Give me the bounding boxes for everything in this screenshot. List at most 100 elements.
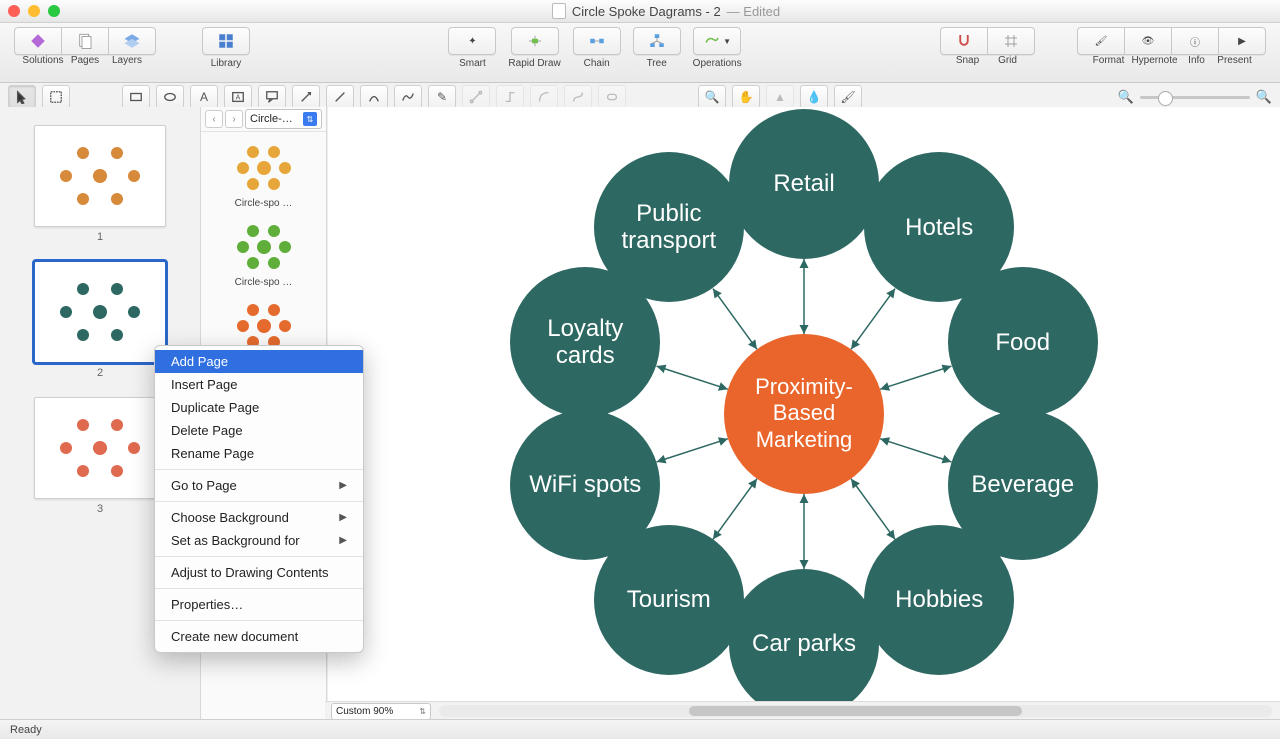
- page-thumbnail[interactable]: [34, 397, 166, 499]
- solutions-button[interactable]: [14, 27, 61, 55]
- library-forward-button[interactable]: ›: [225, 110, 243, 128]
- chevron-updown-icon: ⇅: [419, 707, 426, 716]
- library-item[interactable]: Circle-spo …: [201, 211, 326, 290]
- scrollbar-thumb[interactable]: [689, 706, 1022, 716]
- menu-item[interactable]: Properties…: [155, 593, 363, 616]
- present-button[interactable]: ▶: [1218, 27, 1266, 55]
- titlebar: Circle Spoke Dagrams - 2 — Edited: [0, 0, 1280, 23]
- info-icon: ⓘ: [1186, 32, 1204, 50]
- window-title: Circle Spoke Dagrams - 2 — Edited: [60, 3, 1272, 19]
- menu-item-label: Create new document: [171, 629, 298, 644]
- textbox-tool[interactable]: A: [224, 85, 252, 109]
- menu-item[interactable]: Add Page: [155, 350, 363, 373]
- zoom-value: Custom 90%: [336, 706, 393, 717]
- chevron-right-icon: ▶: [339, 535, 347, 546]
- menu-item[interactable]: Go to Page▶: [155, 474, 363, 497]
- rapiddraw-button[interactable]: [511, 27, 559, 55]
- curve-tool[interactable]: [360, 85, 388, 109]
- document-name: Circle Spoke Dagrams - 2: [572, 4, 721, 19]
- menu-item-label: Properties…: [171, 597, 243, 612]
- menu-item-label: Insert Page: [171, 377, 238, 392]
- info-button[interactable]: ⓘ: [1171, 27, 1218, 55]
- operations-button[interactable]: ▼: [693, 27, 741, 55]
- library-back-button[interactable]: ‹: [205, 110, 223, 128]
- menu-item[interactable]: Adjust to Drawing Contents: [155, 561, 363, 584]
- library-icon: [217, 32, 235, 50]
- rectangle-tool[interactable]: [122, 85, 150, 109]
- menu-separator: [155, 588, 363, 589]
- snap-icon: [955, 32, 973, 50]
- format-label: Format: [1088, 55, 1130, 66]
- text-select-tool[interactable]: [42, 85, 70, 109]
- snap-button[interactable]: [940, 27, 987, 55]
- operations-label: Operations: [693, 58, 742, 69]
- library-item[interactable]: Circle-spo …: [201, 132, 326, 211]
- library-select[interactable]: Circle-… ⇅: [245, 109, 322, 129]
- window-controls: [8, 5, 60, 17]
- menu-item-label: Choose Background: [171, 510, 289, 525]
- menu-item[interactable]: Rename Page: [155, 442, 363, 465]
- menu-item-label: Delete Page: [171, 423, 243, 438]
- layers-icon: [123, 32, 141, 50]
- minimize-icon[interactable]: [28, 5, 40, 17]
- menu-item-label: Set as Background for: [171, 533, 300, 548]
- zoom-in-icon[interactable]: 🔍: [1256, 89, 1272, 105]
- page-context-menu: Add Page Insert Page Duplicate Page Delete …: [154, 345, 364, 653]
- line-tool[interactable]: [326, 85, 354, 109]
- diagram-spoke[interactable]: WiFi spots: [510, 410, 660, 560]
- layers-button[interactable]: [108, 27, 156, 55]
- zoom-select[interactable]: Custom 90% ⇅: [331, 703, 431, 720]
- canvas[interactable]: Proximity- Based MarketingRetailHotelsFo…: [328, 107, 1280, 720]
- diagram-spoke[interactable]: Retail: [729, 109, 879, 259]
- chain-label: Chain: [584, 58, 610, 69]
- pointer-tool[interactable]: [8, 85, 36, 109]
- menu-item-label: Go to Page: [171, 478, 237, 493]
- diagram-center[interactable]: Proximity- Based Marketing: [724, 334, 884, 494]
- text-tool[interactable]: A: [190, 85, 218, 109]
- horizontal-scrollbar[interactable]: [439, 705, 1272, 717]
- menu-separator: [155, 469, 363, 470]
- ellipse-tool[interactable]: [156, 85, 184, 109]
- library-button[interactable]: [202, 27, 250, 55]
- main-toolbar: Solutions Pages Layers Library ✦Smart Ra…: [0, 23, 1280, 83]
- grid-label: Grid: [988, 55, 1028, 66]
- menu-item[interactable]: Create new document: [155, 625, 363, 648]
- arrow-tool[interactable]: [292, 85, 320, 109]
- spline-tool[interactable]: [394, 85, 422, 109]
- menu-item[interactable]: Set as Background for ▶: [155, 529, 363, 552]
- menu-item[interactable]: Insert Page: [155, 373, 363, 396]
- grid-button[interactable]: [987, 27, 1035, 55]
- chain-button[interactable]: [573, 27, 621, 55]
- callout-tool[interactable]: [258, 85, 286, 109]
- library-select-label: Circle-…: [250, 113, 293, 125]
- menu-separator: [155, 620, 363, 621]
- chevron-updown-icon: ⇅: [303, 112, 317, 126]
- diagram-spoke[interactable]: Food: [948, 267, 1098, 417]
- diagram-spoke[interactable]: Public transport: [594, 152, 744, 302]
- menu-item[interactable]: Delete Page: [155, 419, 363, 442]
- menu-item-label: Add Page: [171, 354, 228, 369]
- page-thumbnail[interactable]: [34, 125, 166, 227]
- diagram-spoke[interactable]: Hobbies: [864, 525, 1014, 675]
- edited-badge: — Edited: [727, 4, 780, 19]
- pages-button[interactable]: [61, 27, 108, 55]
- tree-label: Tree: [647, 58, 667, 69]
- maximize-icon[interactable]: [48, 5, 60, 17]
- menu-item[interactable]: Choose Background▶: [155, 506, 363, 529]
- status-text: Ready: [10, 724, 42, 736]
- zoom-track[interactable]: [1140, 96, 1250, 99]
- page-thumbnail[interactable]: [34, 261, 166, 363]
- present-icon: ▶: [1233, 32, 1251, 50]
- page-number: 1: [0, 231, 200, 243]
- diagram-spoke[interactable]: Car parks: [729, 569, 879, 719]
- close-icon[interactable]: [8, 5, 20, 17]
- menu-item[interactable]: Duplicate Page: [155, 396, 363, 419]
- layers-label: Layers: [106, 55, 148, 66]
- canvas-wrap: Proximity- Based MarketingRetailHotelsFo…: [327, 107, 1280, 720]
- hypernote-button[interactable]: 👁: [1124, 27, 1171, 55]
- menu-item-label: Duplicate Page: [171, 400, 259, 415]
- format-button[interactable]: 🖌: [1077, 27, 1124, 55]
- tree-button[interactable]: [633, 27, 681, 55]
- smart-button[interactable]: ✦: [448, 27, 496, 55]
- toolbar-left-group: Solutions Pages Layers Library: [8, 27, 256, 69]
